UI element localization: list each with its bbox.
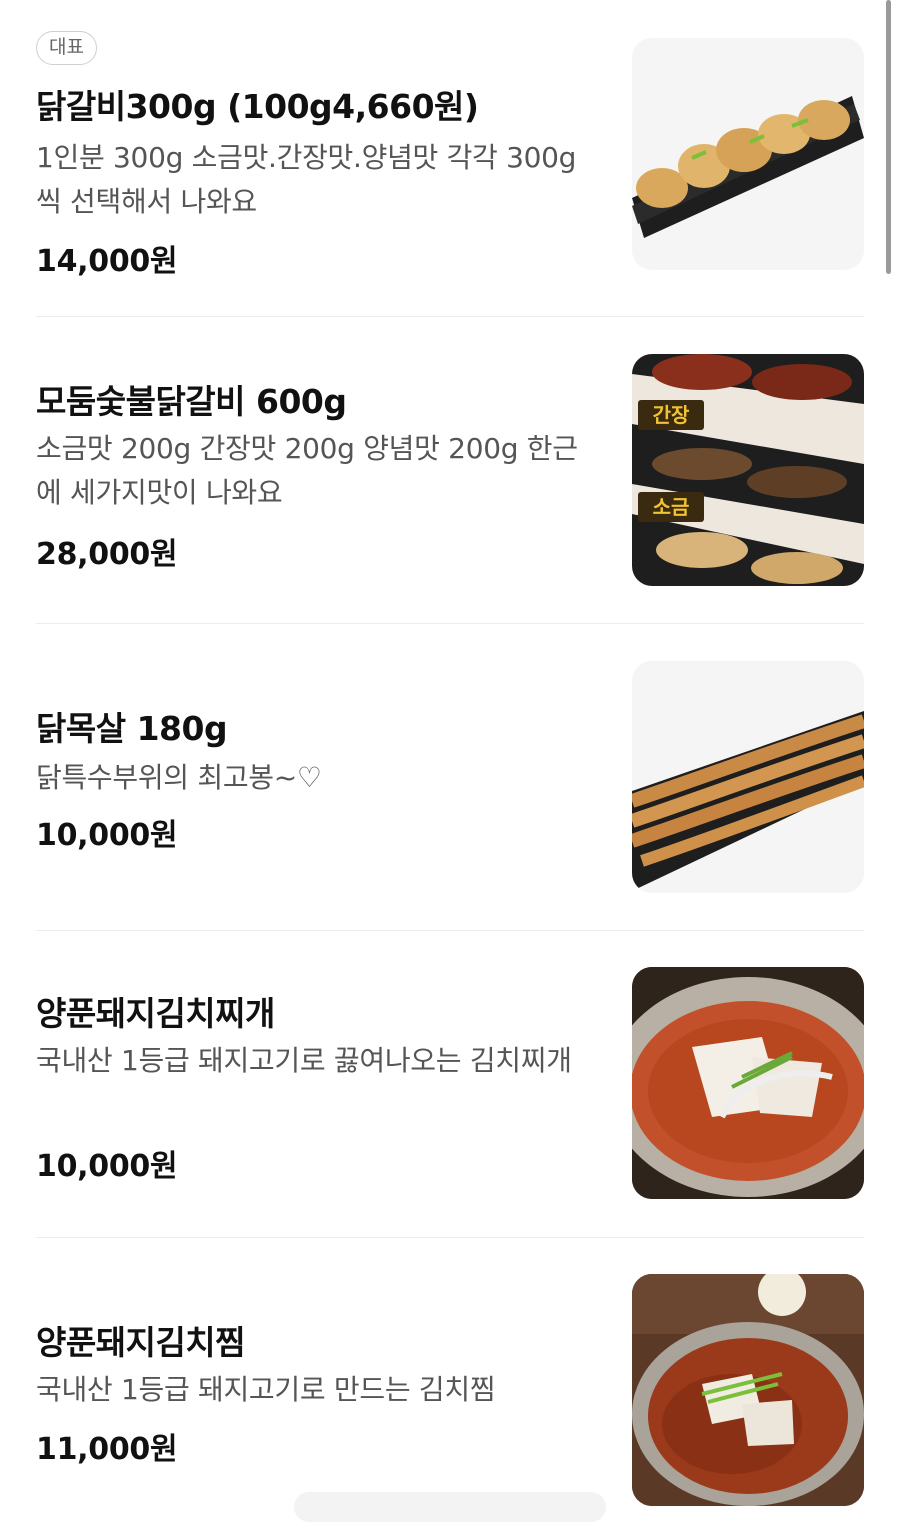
braised-kimchi-photo [632,1274,864,1506]
menu-item-price: 11,000원 [36,1432,178,1467]
menu-item-name: 양푼돼지김치찜 [36,1323,246,1362]
menu-item-price: 14,000원 [36,244,178,279]
kimchi-stew-photo [632,967,864,1199]
chicken-neck-photo [632,661,864,893]
menu-item-name: 닭목살 180g [36,709,228,748]
bottom-sheet-handle[interactable] [294,1492,606,1522]
menu-item-description: 국내산 1등급 돼지고기로 만드는 김치찜 [36,1373,496,1406]
menu-item-name: 모둠숯불닭갈비 600g [36,382,347,421]
menu-item-price: 10,000원 [36,818,178,853]
menu-item-kimchi-stew[interactable]: 양푼돼지김치찌개 국내산 1등급 돼지고기로 끓여나오는 김치찌개 10,000… [36,931,864,1237]
label-salt: 소금 [653,495,690,519]
menu-item-description: 소금맛 200g 간장맛 200g 양념맛 200g 한근에 세가지맛이 나와요 [36,432,578,509]
menu-item-name: 닭갈비300g (100g4,660원) [36,87,479,126]
menu-item-description: 닭특수부위의 최고봉~♡ [36,761,322,794]
assorted-chicken-galbi-photo: 간장 소금 [632,354,864,586]
scrollbar[interactable] [886,0,891,274]
menu-item-price: 10,000원 [36,1149,178,1184]
menu-item-name: 양푼돼지김치찌개 [36,994,275,1033]
menu-item-description: 1인분 300g 소금맛.간장맛.양념맛 각각 300g씩 선택해서 나와요 [36,141,577,218]
menu-item-price: 28,000원 [36,537,178,572]
menu-item-chicken-neck[interactable]: 닭목살 180g 닭특수부위의 최고봉~♡ 10,000원 [36,624,864,930]
grilled-chicken-galbi-photo [632,38,864,270]
label-soy: 간장 [653,403,690,427]
menu-item-assorted-galbi[interactable]: 모둠숯불닭갈비 600g 소금맛 200g 간장맛 200g 양념맛 200g … [36,317,864,623]
menu-item-description: 국내산 1등급 돼지고기로 끓여나오는 김치찌개 [36,1044,572,1077]
menu-item-chicken-galbi[interactable]: 대표 닭갈비300g (100g4,660원) 1인분 300g 소금맛.간장맛… [36,0,864,316]
menu-item-braised-kimchi[interactable]: 양푼돼지김치찜 국내산 1등급 돼지고기로 만드는 김치찜 11,000원 [36,1238,864,1506]
signature-badge: 대표 [36,31,97,65]
